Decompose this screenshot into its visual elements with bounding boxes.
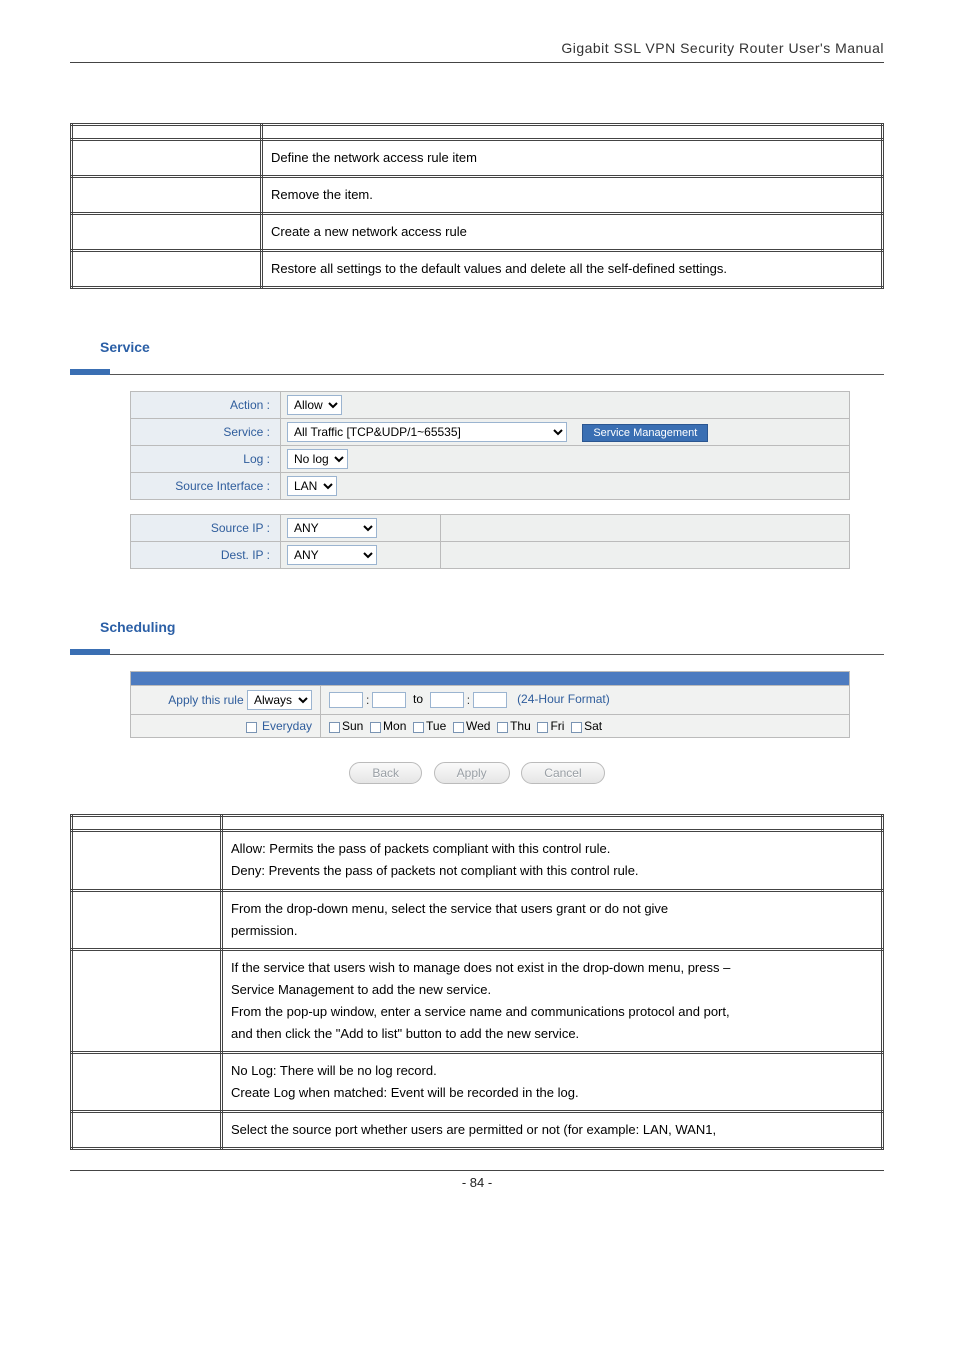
desc-service-mgmt: If the service that users wish to manage… bbox=[222, 949, 883, 1052]
day-sun-checkbox[interactable] bbox=[329, 722, 340, 733]
desc-action: Allow: Permits the pass of packets compl… bbox=[222, 831, 883, 890]
desc-line: From the drop-down menu, select the serv… bbox=[231, 901, 668, 916]
desc-line: Allow: Permits the pass of packets compl… bbox=[231, 841, 610, 856]
everyday-label: Everyday bbox=[262, 719, 312, 733]
desc-source-port: Select the source port whether users are… bbox=[222, 1112, 883, 1149]
page-header: Gigabit SSL VPN Security Router User's M… bbox=[70, 40, 884, 63]
desc-line: Select the source port whether users are… bbox=[231, 1122, 716, 1137]
page-number: - 84 - bbox=[462, 1175, 492, 1190]
day-sat-label: Sat bbox=[584, 719, 602, 733]
cancel-button[interactable]: Cancel bbox=[521, 762, 604, 784]
time-format-note: (24-Hour Format) bbox=[517, 693, 610, 707]
scheduling-headbar bbox=[131, 672, 850, 686]
source-interface-select[interactable]: LAN bbox=[287, 476, 337, 496]
day-mon-label: Mon bbox=[383, 719, 406, 733]
source-ip-label: Source IP : bbox=[131, 515, 281, 542]
day-fri-checkbox[interactable] bbox=[537, 722, 548, 733]
scheduling-form: Apply this rule Always : to : (24-Hour F… bbox=[130, 671, 850, 738]
day-mon-checkbox[interactable] bbox=[370, 722, 381, 733]
log-label: Log : bbox=[131, 446, 281, 473]
everyday-checkbox[interactable] bbox=[246, 722, 257, 733]
desc-log: No Log: There will be no log record. Cre… bbox=[222, 1053, 883, 1112]
table-row-label bbox=[72, 177, 262, 214]
desc-line: Service Management to add the new servic… bbox=[231, 982, 491, 997]
time-from-min[interactable] bbox=[372, 692, 406, 708]
dest-ip-select[interactable]: ANY bbox=[287, 545, 377, 565]
table-row-desc: Remove the item. bbox=[262, 177, 883, 214]
desc-service: From the drop-down menu, select the serv… bbox=[222, 890, 883, 949]
apply-rule-select[interactable]: Always bbox=[247, 690, 312, 710]
apply-rule-label: Apply this rule bbox=[168, 693, 243, 707]
desc-line: and then click the "Add to list" button … bbox=[231, 1026, 579, 1041]
action-select[interactable]: Allow bbox=[287, 395, 342, 415]
time-to-hour[interactable] bbox=[430, 692, 464, 708]
accent-bar bbox=[70, 649, 110, 655]
service-ip-form: Source IP : ANY Dest. IP : ANY bbox=[130, 514, 850, 569]
desc-line: Create Log when matched: Event will be r… bbox=[231, 1085, 579, 1100]
service-management-button[interactable]: Service Management bbox=[582, 424, 708, 442]
apply-button[interactable]: Apply bbox=[434, 762, 510, 784]
day-thu-checkbox[interactable] bbox=[497, 722, 508, 733]
desc-line: permission. bbox=[231, 923, 297, 938]
log-select[interactable]: No log bbox=[287, 449, 348, 469]
accent-bar bbox=[70, 369, 110, 375]
source-interface-label: Source Interface : bbox=[131, 473, 281, 500]
to-label: to bbox=[413, 693, 423, 707]
table-row-desc: Create a new network access rule bbox=[262, 214, 883, 251]
time-to-min[interactable] bbox=[473, 692, 507, 708]
day-thu-label: Thu bbox=[510, 719, 531, 733]
desc-line: If the service that users wish to manage… bbox=[231, 960, 730, 975]
service-section-title: Service bbox=[100, 339, 884, 355]
service-select[interactable]: All Traffic [TCP&UDP/1~65535] bbox=[287, 422, 567, 442]
day-tue-label: Tue bbox=[426, 719, 446, 733]
action-label: Action : bbox=[131, 392, 281, 419]
table-row-label bbox=[72, 214, 262, 251]
service-label: Service : bbox=[131, 419, 281, 446]
service-form: Action : Allow Service : All Traffic [TC… bbox=[130, 391, 850, 500]
table-row-label bbox=[72, 251, 262, 288]
table-row-desc: Define the network access rule item bbox=[262, 140, 883, 177]
back-button[interactable]: Back bbox=[349, 762, 422, 784]
actions-table: Define the network access rule item Remo… bbox=[70, 123, 884, 289]
buttons-row: Back Apply Cancel bbox=[70, 762, 884, 784]
day-wed-checkbox[interactable] bbox=[453, 722, 464, 733]
desc-line: Deny: Prevents the pass of packets not c… bbox=[231, 863, 639, 878]
day-tue-checkbox[interactable] bbox=[413, 722, 424, 733]
day-fri-label: Fri bbox=[550, 719, 564, 733]
page-footer: - 84 - bbox=[70, 1170, 884, 1190]
time-from-hour[interactable] bbox=[329, 692, 363, 708]
dest-ip-label: Dest. IP : bbox=[131, 542, 281, 569]
table-row-label bbox=[72, 140, 262, 177]
day-sun-label: Sun bbox=[342, 719, 363, 733]
description-table: Allow: Permits the pass of packets compl… bbox=[70, 814, 884, 1150]
desc-line: No Log: There will be no log record. bbox=[231, 1063, 437, 1078]
source-ip-select[interactable]: ANY bbox=[287, 518, 377, 538]
desc-line: From the pop-up window, enter a service … bbox=[231, 1004, 730, 1019]
header-title: Gigabit SSL VPN Security Router User's M… bbox=[561, 40, 884, 56]
table-row-desc: Restore all settings to the default valu… bbox=[262, 251, 883, 288]
day-sat-checkbox[interactable] bbox=[571, 722, 582, 733]
day-wed-label: Wed bbox=[466, 719, 490, 733]
scheduling-section-title: Scheduling bbox=[100, 619, 884, 635]
